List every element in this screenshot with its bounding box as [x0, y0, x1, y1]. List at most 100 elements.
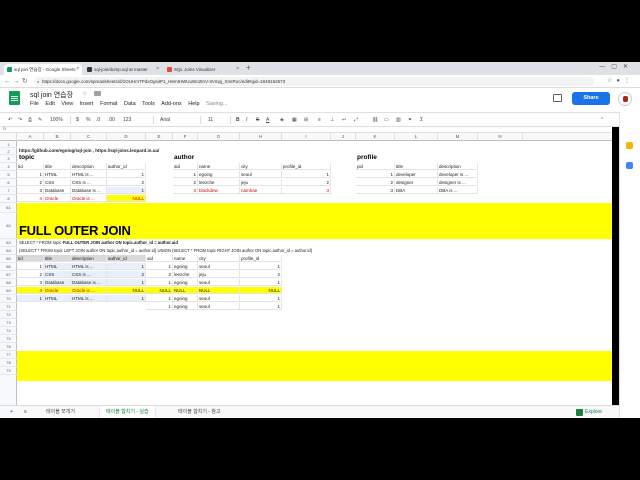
table-cell[interactable]: 2	[173, 179, 198, 186]
result-cell[interactable]: 1	[240, 303, 282, 310]
filter-icon[interactable]: ⏷	[408, 113, 412, 127]
result-cell[interactable]: seoul	[198, 295, 240, 302]
table-header-cell[interactable]: tid	[17, 163, 44, 170]
menu-tools[interactable]: Tools	[142, 101, 155, 107]
column-header[interactable]: B	[44, 133, 71, 141]
result-cell[interactable]: NULL	[240, 287, 282, 294]
table-cell[interactable]: 1	[173, 171, 198, 178]
borders-icon[interactable]: ▦	[292, 113, 297, 127]
strikethrough-button[interactable]: S	[256, 113, 259, 127]
result-cell[interactable]: 1	[146, 279, 173, 286]
menu-insert[interactable]: Insert	[80, 101, 94, 107]
table-cell[interactable]: designer is ...	[438, 179, 478, 186]
table-cell[interactable]: 2	[107, 179, 146, 186]
merge-cells-icon[interactable]: ⊞	[304, 113, 308, 127]
row-header[interactable]: 67	[0, 271, 17, 279]
table-header-cell[interactable]: author_id	[107, 163, 146, 170]
result-cell[interactable]: NULL	[107, 287, 146, 294]
result-cell[interactable]: 2	[146, 271, 173, 278]
chart-icon[interactable]: ▥	[396, 113, 401, 127]
row-header[interactable]: 70	[0, 295, 17, 303]
column-header[interactable]: F	[173, 133, 198, 141]
table-cell[interactable]: leezche	[198, 179, 240, 186]
row-header[interactable]: 2	[0, 148, 17, 155]
link-icon[interactable]: ⛓	[372, 113, 378, 127]
row-header[interactable]: 72	[0, 311, 17, 319]
result-cell[interactable]: NULL	[198, 287, 240, 294]
menu-file[interactable]: File	[30, 101, 39, 107]
menu-format[interactable]: Format	[100, 101, 117, 107]
table-header-cell[interactable]: city	[240, 163, 282, 170]
decrease-decimal-button[interactable]: .0	[96, 113, 100, 127]
row-header[interactable]: 78	[0, 359, 17, 367]
document-title[interactable]: sql join 연습장	[30, 90, 73, 100]
row-header[interactable]: 62	[0, 213, 17, 239]
result-cell[interactable]: 1	[107, 263, 146, 270]
table-cell[interactable]: HTML	[44, 171, 71, 178]
result-cell[interactable]: Oracle	[44, 287, 71, 294]
table-header-cell[interactable]: description	[71, 163, 107, 170]
column-header[interactable]: H	[240, 133, 282, 141]
font-size-select[interactable]: 11	[208, 113, 213, 127]
table-cell[interactable]: 1	[107, 187, 146, 194]
browser-tab-sheets[interactable]: sql join 연습장 - Google Sheets ×	[4, 64, 82, 75]
row-header[interactable]: 6	[0, 179, 17, 187]
menu-data[interactable]: Data	[124, 101, 136, 107]
column-header[interactable]: E	[146, 133, 173, 141]
browser-menu-icons[interactable]: ☆●⋮	[607, 75, 634, 88]
column-header[interactable]: J	[331, 133, 356, 141]
row-header[interactable]: 8	[0, 195, 17, 203]
row-header[interactable]: 5	[0, 171, 17, 179]
redo-icon[interactable]: ↷	[18, 113, 22, 127]
result-cell[interactable]: 1	[240, 263, 282, 270]
result-header-cell[interactable]: aid	[146, 255, 173, 262]
table-cell[interactable]: CSS	[44, 179, 71, 186]
result-cell[interactable]: 2	[107, 271, 146, 278]
column-header[interactable]: G	[198, 133, 240, 141]
result-cell[interactable]: seoul	[198, 303, 240, 310]
result-cell[interactable]: 1	[146, 295, 173, 302]
table-cell[interactable]: developer	[395, 171, 438, 178]
result-cell[interactable]: jeju	[198, 271, 240, 278]
table-cell[interactable]: Oracle	[44, 195, 71, 202]
zoom-select[interactable]: 100%	[50, 113, 63, 127]
result-header-cell[interactable]: name	[173, 255, 198, 262]
all-sheets-icon[interactable]: ≡	[18, 406, 33, 418]
table-cell[interactable]: 3	[17, 187, 44, 194]
sheet-tab-split[interactable]: 테이블 쪼개기	[40, 406, 81, 418]
tasks-icon[interactable]	[626, 162, 633, 169]
row-header[interactable]: 75	[0, 335, 17, 343]
text-rotate-icon[interactable]: ⤢	[354, 113, 358, 127]
result-cell[interactable]: egoing	[173, 263, 198, 270]
folder-icon[interactable]	[94, 91, 101, 96]
result-cell[interactable]: HTML	[44, 263, 71, 270]
result-cell[interactable]: 1	[240, 279, 282, 286]
table-cell[interactable]: egoing	[198, 171, 240, 178]
row-header[interactable]: 61	[0, 203, 17, 213]
table-cell[interactable]: 1	[107, 171, 146, 178]
result-cell[interactable]: 4	[17, 287, 44, 294]
table-cell[interactable]: DBA	[395, 187, 438, 194]
column-header[interactable]: C	[71, 133, 107, 141]
url-input[interactable]: ● https://docs.google.com/spreadsheets/d…	[34, 77, 594, 86]
sql-union-query[interactable]: (SELECT * FROM topic LEFT JOIN author ON…	[19, 248, 312, 253]
row-header[interactable]: 77	[0, 351, 17, 359]
result-cell[interactable]: 1	[240, 295, 282, 302]
table-cell[interactable]: 4	[17, 195, 44, 202]
result-header-cell[interactable]: title	[44, 255, 71, 262]
row-header[interactable]: 7	[0, 187, 17, 195]
avatar[interactable]	[618, 92, 632, 106]
table-header-cell[interactable]: title	[44, 163, 71, 170]
collapse-toolbar-icon[interactable]: ⌃	[600, 113, 604, 127]
text-wrap-icon[interactable]: ↩	[342, 113, 346, 127]
row-header[interactable]: 3	[0, 155, 17, 163]
result-header-cell[interactable]: description	[71, 255, 107, 262]
row-header[interactable]: 4	[0, 163, 17, 171]
table-cell[interactable]: 2	[356, 179, 395, 186]
add-sheet-button[interactable]: +	[4, 406, 19, 418]
menu-view[interactable]: View	[61, 101, 73, 107]
result-cell[interactable]: egoing	[173, 279, 198, 286]
row-header[interactable]: 66	[0, 263, 17, 271]
percent-format-button[interactable]: %	[86, 113, 90, 127]
row-header[interactable]: 68	[0, 279, 17, 287]
